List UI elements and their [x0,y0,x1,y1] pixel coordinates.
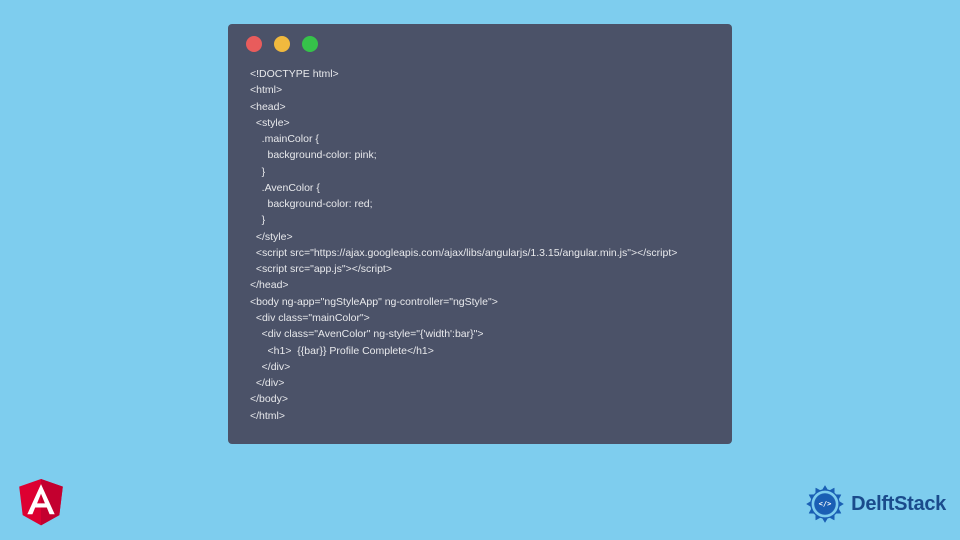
close-icon [246,36,262,52]
minimize-icon [274,36,290,52]
delftstack-logo: </> DelftStack [803,482,946,526]
svg-text:</>: </> [819,499,832,508]
angular-logo-icon [12,470,70,532]
delftstack-icon: </> [803,482,847,526]
code-block: <!DOCTYPE html> <html> <head> <style> .m… [244,66,716,424]
code-window: <!DOCTYPE html> <html> <head> <style> .m… [228,24,732,444]
maximize-icon [302,36,318,52]
window-controls [244,36,716,52]
delftstack-brand-text: DelftStack [851,493,946,516]
